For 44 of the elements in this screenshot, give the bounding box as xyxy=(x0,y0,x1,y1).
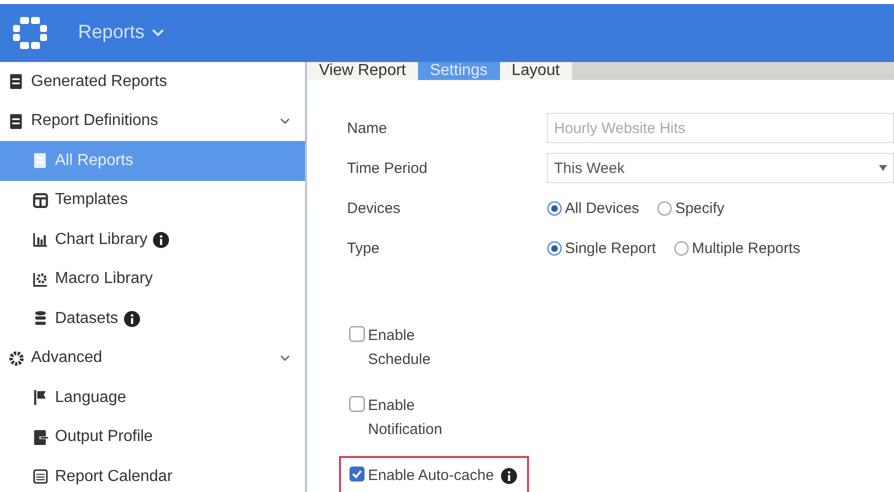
field-label: Time Period xyxy=(347,160,428,176)
field-label: Devices xyxy=(347,200,402,216)
bar-chart-icon xyxy=(32,231,49,248)
checkbox-label: Enable Notification xyxy=(368,396,444,440)
field-label: Type xyxy=(347,240,381,256)
sidebar-item[interactable]: Templates xyxy=(0,180,305,220)
radio-option[interactable]: Multiple Reports xyxy=(674,240,800,256)
radio-option[interactable]: Single Report xyxy=(547,240,656,256)
calendar-icon xyxy=(32,468,49,486)
sidebar-item[interactable]: Advanced xyxy=(0,338,305,378)
output-icon xyxy=(32,428,49,446)
radio-button[interactable] xyxy=(657,200,672,216)
radio-button[interactable] xyxy=(674,240,689,256)
document-icon xyxy=(8,73,25,90)
sidebar-item[interactable]: Language xyxy=(0,378,305,418)
sidebar-item[interactable]: Datasets xyxy=(0,299,305,338)
gear-icon xyxy=(8,350,25,367)
database-icon xyxy=(32,310,49,328)
checkbox[interactable] xyxy=(349,396,365,412)
sidebar-item[interactable]: Report Definitions xyxy=(0,102,305,141)
tab[interactable]: Layout xyxy=(500,62,572,80)
radio-button[interactable] xyxy=(547,200,562,216)
radio-option[interactable]: Specify xyxy=(657,200,724,216)
document-icon xyxy=(8,112,25,130)
sidebar-item[interactable]: Report Calendar xyxy=(0,457,305,492)
time-period-dropdown[interactable]: This Week xyxy=(547,153,894,183)
checkbox[interactable] xyxy=(349,466,365,482)
field-label: Name xyxy=(347,120,388,136)
document-icon xyxy=(32,152,49,170)
logo-icon xyxy=(12,15,48,51)
sidebar-item[interactable]: Output Profile xyxy=(0,418,305,457)
radio-option[interactable]: All Devices xyxy=(547,200,640,216)
sidebar-item[interactable]: Chart Library xyxy=(0,220,305,260)
gear-chart-icon xyxy=(32,270,49,288)
caret-icon xyxy=(879,165,887,171)
template-icon xyxy=(32,192,49,209)
checkbox-label: Enable Auto-cache xyxy=(368,466,494,486)
sidebar-item[interactable]: Generated Reports xyxy=(0,62,305,102)
checkbox-label: Enable Schedule xyxy=(368,326,432,370)
caret-icon xyxy=(150,28,165,38)
sidebar-item[interactable]: Macro Library xyxy=(0,260,305,299)
tab[interactable]: View Report xyxy=(307,62,418,80)
checkbox[interactable] xyxy=(349,326,365,342)
radio-button[interactable] xyxy=(547,240,562,256)
